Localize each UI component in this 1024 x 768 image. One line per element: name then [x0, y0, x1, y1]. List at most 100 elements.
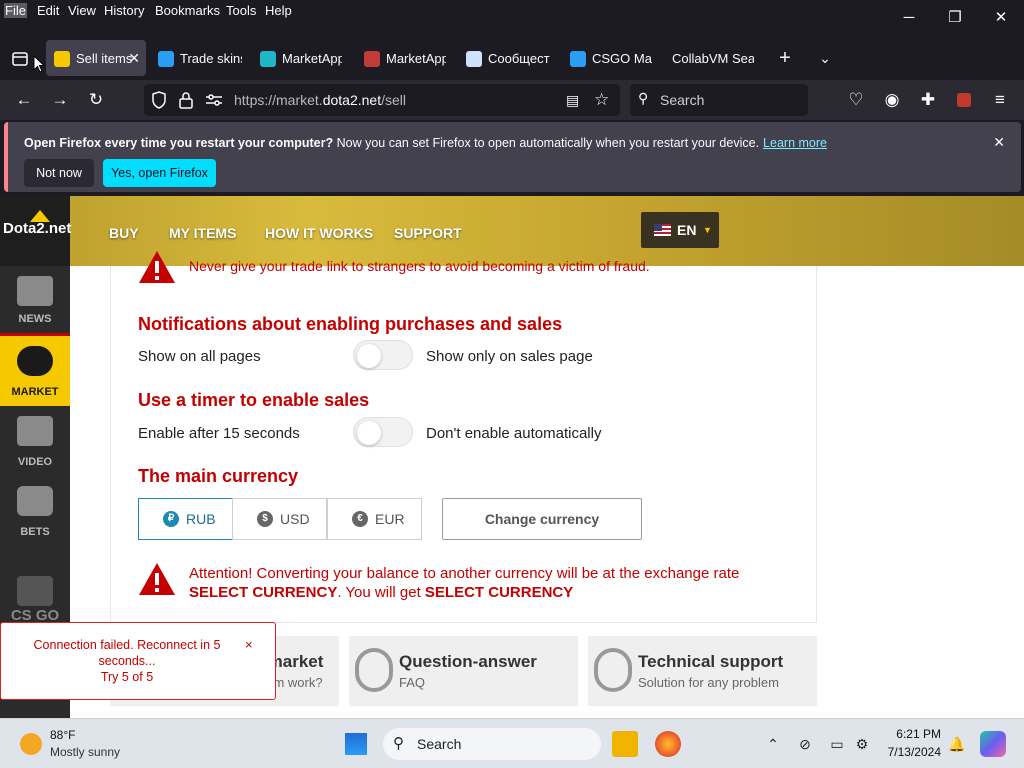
currency-option-eur[interactable]: € EUR	[327, 498, 422, 540]
bookmark-star-icon[interactable]: ☆	[594, 90, 609, 110]
nav-toolbar: ← → ↻ https://market.dota2.net/sell ▤ ☆ …	[0, 80, 1024, 120]
timer-option-15s: Enable after 15 seconds	[138, 425, 300, 442]
euro-icon: €	[352, 511, 368, 527]
screen: File Edit View History Bookmarks Tools H…	[0, 0, 1024, 768]
restore-icon[interactable]: ❐	[945, 8, 965, 28]
sidebar-label-market: MARKET	[11, 386, 59, 398]
tab-collabvm[interactable]: CollabVM Sear	[672, 40, 754, 76]
info-card-faq[interactable]: Question-answer FAQ	[349, 636, 578, 706]
trade-favicon-icon	[158, 50, 174, 67]
notifications-section-title: Notifications about enabling purchases a…	[138, 314, 563, 334]
sidebar-item-market[interactable]: MARKET	[0, 336, 70, 406]
clock-date[interactable]: 7/13/2024	[875, 745, 941, 759]
learn-more-link[interactable]: Learn more	[763, 136, 827, 150]
reload-icon[interactable]: ↻	[84, 88, 108, 112]
shield-icon[interactable]	[150, 90, 168, 110]
sidebar-item-news[interactable]: NEWS	[0, 266, 70, 336]
sidebar-item-video[interactable]: VIDEO	[0, 406, 70, 476]
url-bar[interactable]: https://market.dota2.net/sell ▤ ☆	[144, 84, 620, 116]
pocket-icon[interactable]: ♡	[844, 88, 868, 112]
ublock-icon[interactable]	[952, 88, 976, 112]
yes-open-firefox-button[interactable]: Yes, open Firefox	[103, 159, 216, 187]
timer-toggle[interactable]	[353, 417, 413, 447]
tab-marketapp-1[interactable]: MarketApp	[260, 40, 342, 76]
language-code: EN	[677, 222, 697, 238]
tab-trade-skins[interactable]: Trade skins	[158, 40, 242, 76]
change-currency-button[interactable]: Change currency	[442, 498, 642, 540]
dollar-icon: $	[257, 511, 273, 527]
tab-close-icon[interactable]: ✕	[128, 40, 140, 76]
minimize-icon[interactable]: ─	[899, 8, 919, 28]
close-window-icon[interactable]: ✕	[991, 8, 1011, 28]
forward-arrow-icon[interactable]: →	[48, 88, 72, 112]
notification-message: Open Firefox every time you restart your…	[24, 136, 827, 150]
ruble-icon: ₽	[163, 511, 179, 527]
volume-icon[interactable]: ⚙	[853, 735, 871, 753]
toast-line-2: Try 5 of 5	[100, 670, 154, 684]
tab-community[interactable]: Сообщест	[466, 40, 550, 76]
news-icon	[17, 276, 53, 306]
search-input[interactable]: ⚲ Search	[630, 84, 808, 116]
back-arrow-icon[interactable]: ←	[12, 88, 36, 112]
toast-message: Connection failed. Reconnect in 5 second…	[27, 637, 227, 685]
timer-option-manual: Don't enable automatically	[426, 425, 602, 442]
attention-text-2: . You will get	[337, 584, 425, 601]
notification-close-icon[interactable]: ✕	[993, 134, 1005, 151]
tab-overview-icon[interactable]	[4, 40, 36, 76]
clock-time[interactable]: 6:21 PM	[885, 727, 941, 741]
currency-code-rub: RUB	[186, 511, 216, 527]
toggle-knob	[357, 421, 381, 445]
network-icon[interactable]: ⊘	[796, 735, 814, 753]
menu-history[interactable]: History	[103, 3, 145, 18]
copilot-icon[interactable]	[980, 731, 1006, 757]
notifications-toggle[interactable]	[353, 340, 413, 370]
toast-line-1: Connection failed. Reconnect in 5 second…	[33, 638, 221, 668]
tray-chevron-up-icon[interactable]: ⌃	[764, 735, 782, 753]
lock-icon[interactable]	[178, 90, 194, 110]
weather-condition[interactable]: Mostly sunny	[50, 745, 120, 759]
menu-edit[interactable]: Edit	[36, 3, 60, 18]
weather-temperature[interactable]: 88°F	[50, 728, 75, 742]
attention-rate-placeholder: SELECT CURRENCY	[189, 584, 338, 601]
list-tabs-chevron-icon[interactable]: ⌄	[814, 40, 836, 76]
toast-close-icon[interactable]: ×	[245, 637, 253, 652]
menu-help[interactable]: Help	[264, 3, 293, 18]
nav-how-it-works[interactable]: HOW IT WORKS	[265, 225, 373, 241]
hamburger-menu-icon[interactable]: ≡	[988, 88, 1012, 112]
taskbar-search[interactable]: ⚲ Search	[383, 728, 601, 760]
currency-code-usd: USD	[280, 511, 310, 527]
tab-marketapp-2[interactable]: MarketApp	[364, 40, 446, 76]
menu-tools[interactable]: Tools	[225, 3, 257, 18]
new-tab-icon[interactable]: +	[774, 40, 796, 76]
menu-file[interactable]: File	[4, 3, 27, 18]
weather-sun-icon[interactable]	[20, 733, 42, 755]
windows-taskbar: 88°F Mostly sunny ⚲ Search ⌃ ⊘ ▭ ⚙ 6:21 …	[0, 718, 1024, 768]
nav-my-items[interactable]: MY ITEMS	[169, 225, 236, 241]
extensions-icon[interactable]: ✚	[916, 88, 940, 112]
tab-sell-items[interactable]: Sell items ✕	[46, 40, 146, 76]
taskbar-search-label: Search	[417, 736, 462, 752]
file-explorer-icon[interactable]	[612, 731, 638, 757]
url-path: /sell	[381, 92, 406, 108]
url-prefix: https://market.	[234, 92, 323, 108]
permissions-icon[interactable]	[204, 92, 224, 108]
site-logo[interactable]: Dota2.net	[0, 196, 71, 266]
firefox-icon[interactable]	[655, 731, 681, 757]
sidebar-item-bets[interactable]: BETS	[0, 476, 70, 546]
language-selector[interactable]: EN ▼	[641, 212, 719, 248]
tab-csgo-market[interactable]: CSGO Mar	[570, 40, 652, 76]
nav-support[interactable]: SUPPORT	[394, 225, 462, 241]
currency-option-usd[interactable]: $ USD	[232, 498, 327, 540]
menu-view[interactable]: View	[67, 3, 97, 18]
info-card-support[interactable]: Technical support Solution for any probl…	[588, 636, 817, 706]
not-now-button[interactable]: Not now	[24, 159, 94, 187]
nav-buy[interactable]: BUY	[109, 225, 139, 241]
display-icon[interactable]: ▭	[828, 735, 846, 753]
account-icon[interactable]: ◉	[880, 88, 904, 112]
reader-view-icon[interactable]: ▤	[566, 92, 579, 109]
currency-option-rub[interactable]: ₽ RUB	[138, 498, 233, 540]
notifications-bell-icon[interactable]: 🔔	[948, 735, 966, 753]
search-icon: ⚲	[393, 735, 404, 752]
menu-bookmarks[interactable]: Bookmarks	[154, 3, 221, 18]
windows-start-icon[interactable]	[345, 733, 367, 755]
